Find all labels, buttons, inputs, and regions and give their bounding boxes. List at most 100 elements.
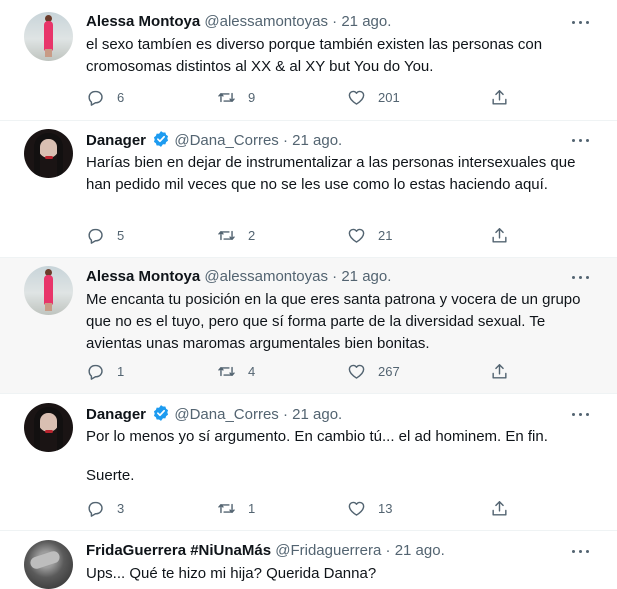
author-handle[interactable]: @Fridaguerrera	[275, 542, 381, 559]
retweet-count: 1	[248, 500, 256, 516]
heart-icon	[348, 228, 365, 243]
reply-icon	[88, 228, 103, 244]
heart-icon	[348, 90, 365, 105]
tweet-paragraph: Ups... Qué te hizo mi hija? Querida Dann…	[86, 565, 377, 582]
like-count: 267	[378, 363, 400, 379]
share-icon	[492, 227, 507, 243]
retweet-icon	[218, 92, 235, 102]
tweet-header: Alessa Montoya @alessamontoyas · 21 ago.	[86, 12, 391, 32]
tweet-actions: 3 1 13	[86, 497, 516, 519]
share-button[interactable]	[490, 86, 509, 108]
author-handle[interactable]: @Dana_Corres	[174, 132, 278, 149]
share-button[interactable]	[490, 360, 509, 382]
reply-icon	[88, 364, 103, 380]
more-options-icon[interactable]	[571, 12, 591, 32]
reply-button[interactable]: 3	[86, 497, 124, 519]
more-options-icon[interactable]	[571, 130, 591, 150]
separator: ·	[282, 406, 288, 423]
tweet-text: Harías bien en dejar de instrumentalizar…	[86, 152, 586, 196]
avatar[interactable]	[24, 129, 73, 178]
timestamp[interactable]: 21 ago.	[341, 268, 391, 285]
retweet-button[interactable]: 2	[217, 224, 255, 246]
share-icon	[492, 500, 507, 516]
retweet-button[interactable]: 4	[217, 360, 255, 382]
tweet-header: FridaGuerrera #NiUnaMás @Fridaguerrera ·…	[86, 541, 445, 561]
retweet-icon	[218, 503, 235, 513]
tweet-header: Alessa Montoya @alessamontoyas · 21 ago.	[86, 267, 391, 287]
retweet-button[interactable]: 9	[217, 86, 255, 108]
timestamp[interactable]: 21 ago.	[292, 406, 342, 423]
reply-icon	[88, 501, 103, 517]
like-button[interactable]: 21	[347, 224, 392, 246]
tweet-actions: 5 2 21	[86, 224, 516, 246]
reply-count: 3	[117, 500, 125, 516]
avatar[interactable]	[24, 540, 73, 589]
tweet[interactable]: Danager @Dana_Corres · 21 ago. Por lo me…	[0, 394, 617, 531]
retweet-icon	[218, 366, 235, 376]
author-handle[interactable]: @alessamontoyas	[204, 268, 328, 285]
separator: ·	[332, 268, 338, 285]
avatar[interactable]	[24, 12, 73, 61]
timestamp[interactable]: 21 ago.	[292, 132, 342, 149]
reply-button[interactable]: 6	[86, 86, 124, 108]
avatar[interactable]	[24, 266, 73, 315]
timestamp[interactable]: 21 ago.	[341, 13, 391, 30]
share-button[interactable]	[490, 224, 509, 246]
reply-button[interactable]: 5	[86, 224, 124, 246]
like-count: 21	[378, 227, 393, 243]
tweet-paragraph: Me encanta tu posición en la que eres sa…	[86, 291, 585, 352]
tweet[interactable]: Danager @Dana_Corres · 21 ago. Harías bi…	[0, 121, 617, 258]
tweet-actions: 6 9 201	[86, 86, 516, 108]
heart-icon	[348, 364, 365, 379]
heart-icon	[348, 501, 365, 516]
retweet-count: 4	[248, 363, 256, 379]
like-count: 13	[378, 500, 393, 516]
retweet-icon	[218, 230, 235, 240]
like-button[interactable]: 201	[347, 86, 400, 108]
retweet-button[interactable]: 1	[217, 497, 255, 519]
tweet-text: Por lo menos yo sí argumento. En cambio …	[86, 426, 586, 487]
author-handle[interactable]: @alessamontoyas	[204, 13, 328, 30]
reply-count: 5	[117, 227, 125, 243]
tweet-paragraph: Por lo menos yo sí argumento. En cambio …	[86, 428, 548, 445]
tweet[interactable]: Alessa Montoya @alessamontoyas · 21 ago.…	[0, 0, 617, 121]
tweet-text: el sexo tambíen es diverso porque tambié…	[86, 34, 586, 78]
separator: ·	[332, 13, 338, 30]
share-icon	[492, 89, 507, 105]
reply-button[interactable]: 1	[86, 360, 124, 382]
tweet-header: Danager @Dana_Corres · 21 ago.	[86, 404, 342, 425]
author-name[interactable]: Danager	[86, 406, 146, 423]
tweet-paragraph: el sexo tambíen es diverso porque tambié…	[86, 36, 547, 75]
tweet-header: Danager @Dana_Corres · 21 ago.	[86, 130, 342, 151]
verified-badge-icon	[154, 131, 169, 147]
tweet[interactable]: Alessa Montoya @alessamontoyas · 21 ago.…	[0, 258, 617, 394]
share-icon	[492, 363, 507, 379]
separator: ·	[282, 132, 288, 149]
tweet-paragraph: Harías bien en dejar de instrumentalizar…	[86, 154, 580, 193]
avatar[interactable]	[24, 403, 73, 452]
retweet-count: 2	[248, 227, 256, 243]
verified-badge-icon	[154, 405, 169, 421]
tweet[interactable]: FridaGuerrera #NiUnaMás @Fridaguerrera ·…	[0, 531, 617, 589]
like-button[interactable]: 13	[347, 497, 392, 519]
reply-count: 6	[117, 89, 125, 105]
author-handle[interactable]: @Dana_Corres	[174, 406, 278, 423]
tweet-text: Me encanta tu posición en la que eres sa…	[86, 289, 586, 355]
more-options-icon[interactable]	[571, 541, 591, 561]
reply-count: 1	[117, 363, 125, 379]
timestamp[interactable]: 21 ago.	[395, 542, 445, 559]
separator: ·	[385, 542, 391, 559]
reply-icon	[88, 90, 103, 106]
like-count: 201	[378, 89, 400, 105]
author-name[interactable]: Alessa Montoya	[86, 13, 200, 30]
tweet-actions: 1 4 267	[86, 360, 516, 382]
more-options-icon[interactable]	[571, 267, 591, 287]
author-name[interactable]: FridaGuerrera #NiUnaMás	[86, 542, 271, 559]
more-options-icon[interactable]	[571, 404, 591, 424]
tweet-paragraph: Suerte.	[86, 467, 135, 484]
like-button[interactable]: 267	[347, 360, 400, 382]
author-name[interactable]: Alessa Montoya	[86, 268, 200, 285]
share-button[interactable]	[490, 497, 509, 519]
tweet-text: Ups... Qué te hizo mi hija? Querida Dann…	[86, 563, 586, 585]
author-name[interactable]: Danager	[86, 132, 146, 149]
